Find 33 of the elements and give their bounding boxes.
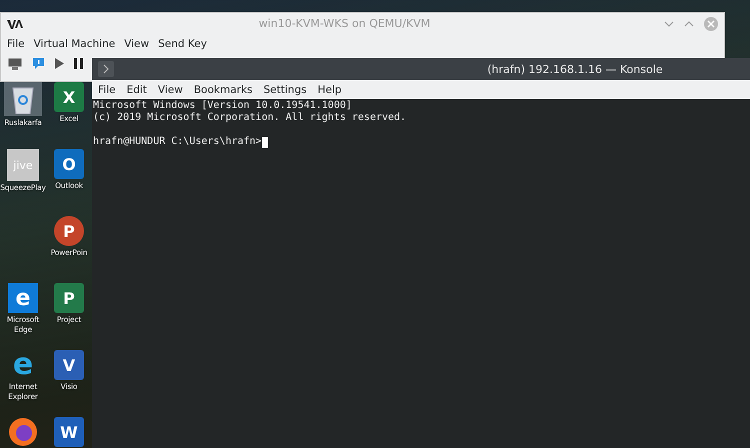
menu-item[interactable]: Send Key <box>158 38 207 50</box>
play-icon[interactable] <box>55 58 64 69</box>
app-icon[interactable]: X <box>54 82 84 112</box>
app-icon[interactable]: V <box>54 350 84 380</box>
recycle-bin-icon[interactable] <box>4 82 42 116</box>
app-icon[interactable]: e <box>8 350 38 380</box>
menu-item[interactable]: Settings <box>264 84 307 96</box>
app-icon[interactable]: P <box>54 216 84 246</box>
pause-icon[interactable] <box>74 58 83 69</box>
logo-icon <box>7 18 25 28</box>
app-icon[interactable]: e <box>8 283 38 313</box>
app-icon[interactable]: O <box>54 149 84 179</box>
app-icon[interactable]: P <box>54 283 84 313</box>
chevron-button-icon[interactable] <box>98 61 114 77</box>
menu-item[interactable]: File <box>7 38 25 50</box>
minimize-icon[interactable] <box>664 20 674 26</box>
menu-item[interactable]: Edit <box>126 84 147 96</box>
monitor-icon[interactable] <box>8 58 22 70</box>
fox-globe-icon[interactable] <box>8 417 38 447</box>
menu-item[interactable]: File <box>98 84 116 96</box>
speech-bubble-icon[interactable] <box>32 57 45 70</box>
terminal-line: (c) 2019 Microsoft Corporation. All rights reserved. <box>93 112 406 124</box>
menu-item[interactable]: Help <box>318 84 342 96</box>
app-icon[interactable]: W <box>54 417 84 447</box>
menu-item[interactable]: View <box>124 38 150 50</box>
terminal-line: Microsoft Windows [Version 10.0.19541.1000] <box>93 100 352 112</box>
terminal-prompt: hrafn@HUNDUR C:\Users\hrafn> <box>93 136 262 148</box>
window-title: win10-KVM-WKS on QEMU/KVM <box>258 17 432 30</box>
menu-item[interactable]: View <box>158 84 183 96</box>
menu-item[interactable]: Bookmarks <box>194 84 253 96</box>
window-title: (hrafn) 192.168.1.16 — Konsole <box>486 62 664 76</box>
maximize-icon[interactable] <box>684 20 694 26</box>
menu-item[interactable]: Virtual Machine <box>34 38 116 50</box>
